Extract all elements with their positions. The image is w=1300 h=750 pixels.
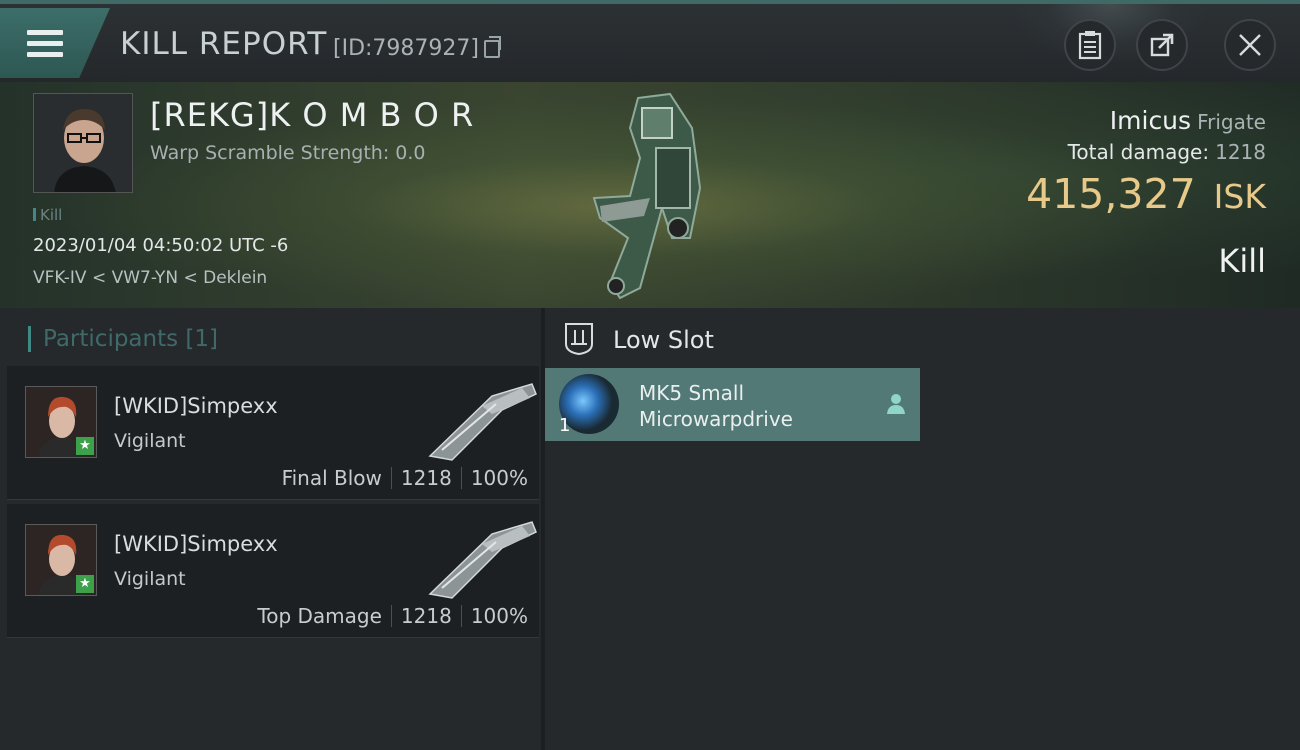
slot-title: Low Slot (613, 326, 714, 354)
participant-ship-image (428, 521, 537, 599)
pilot-portrait-image (34, 94, 132, 192)
share-icon (1150, 33, 1174, 57)
isk-value: 415,327 ISK (1026, 170, 1266, 218)
total-damage: Total damage: 1218 (1068, 140, 1266, 164)
participant-name[interactable]: [WKID]Simpexx (114, 394, 278, 418)
participant-stats: Top Damage 1218 100% (257, 604, 528, 628)
warp-scramble-strength: Warp Scramble Strength: 0.0 (150, 142, 426, 164)
clipboard-button[interactable] (1064, 19, 1116, 71)
module-name-line2: Microwarpdrive (639, 407, 793, 431)
participant-role: Top Damage (257, 604, 382, 628)
module-name: MK5 Small Microwarpdrive (639, 380, 859, 432)
participant-row[interactable]: ★ [WKID]Simpexx Vigilant Final Blow 1218… (7, 366, 539, 500)
participant-row[interactable]: ★ [WKID]Simpexx Vigilant Top Damage 1218… (7, 504, 539, 638)
participant-avatar: ★ (25, 386, 97, 458)
clipboard-icon (1078, 31, 1102, 60)
menu-button[interactable] (0, 8, 110, 78)
participant-ship: Vigilant (114, 430, 186, 452)
participant-ship: Vigilant (114, 568, 186, 590)
divider (460, 467, 462, 489)
participant-stats: Final Blow 1218 100% (282, 466, 528, 490)
isk-amount: 415,327 (1026, 170, 1196, 218)
participant-percent: 100% (470, 604, 528, 628)
total-damage-value: 1218 (1215, 140, 1266, 164)
low-slot-icon (565, 323, 593, 356)
participant-damage: 1218 (400, 604, 452, 628)
victim-ship-image[interactable] (580, 88, 740, 302)
victim-name[interactable]: [REKG]K O M B O R (150, 96, 474, 134)
participant-avatar: ★ (25, 524, 97, 596)
participant-damage: 1218 (400, 466, 452, 490)
module-name-line1: MK5 Small (639, 381, 744, 405)
close-icon (1239, 34, 1261, 56)
total-damage-label: Total damage: (1067, 140, 1210, 164)
victim-summary: [REKG]K O M B O R Warp Scramble Strength… (0, 82, 1300, 308)
isk-unit: ISK (1213, 177, 1266, 216)
participant-name[interactable]: [WKID]Simpexx (114, 532, 278, 556)
victim-ship[interactable]: Imicus Frigate (1110, 106, 1266, 135)
star-icon: ★ (76, 575, 94, 593)
kill-location[interactable]: VFK-IV < VW7-YN < Deklein (33, 268, 267, 288)
close-button[interactable] (1224, 19, 1276, 71)
report-id: [ID:7987927] (333, 36, 479, 61)
victim-portrait[interactable] (33, 93, 133, 193)
result-label: Kill (1218, 242, 1266, 280)
kill-datetime: 2023/01/04 04:50:02 UTC -6 (33, 235, 289, 256)
module-quantity: 1 (559, 415, 571, 436)
fitting-panel: Low Slot 1 MK5 Small Microwarpdrive (545, 308, 1300, 750)
participant-percent: 100% (470, 466, 528, 490)
top-bar: KILL REPORT [ID:7987927] (0, 0, 1300, 82)
divider (390, 467, 392, 489)
participant-ship-image (428, 383, 537, 461)
participant-role: Final Blow (281, 466, 382, 490)
divider (460, 605, 462, 627)
page-title: KILL REPORT (120, 26, 328, 62)
copy-icon[interactable] (484, 36, 501, 58)
participants-panel: Participants [1] ★ [WKID]Simpexx Vigilan… (0, 308, 541, 750)
person-icon[interactable] (885, 392, 907, 416)
kill-tag: Kill (33, 206, 62, 224)
ship-class: Frigate (1197, 110, 1266, 134)
module-item[interactable]: 1 MK5 Small Microwarpdrive (545, 368, 920, 441)
share-button[interactable] (1136, 19, 1188, 71)
star-icon: ★ (76, 437, 94, 455)
hamburger-icon (27, 30, 63, 58)
participants-title: Participants [1] (28, 326, 218, 352)
ship-name: Imicus (1109, 106, 1192, 135)
divider (390, 605, 392, 627)
